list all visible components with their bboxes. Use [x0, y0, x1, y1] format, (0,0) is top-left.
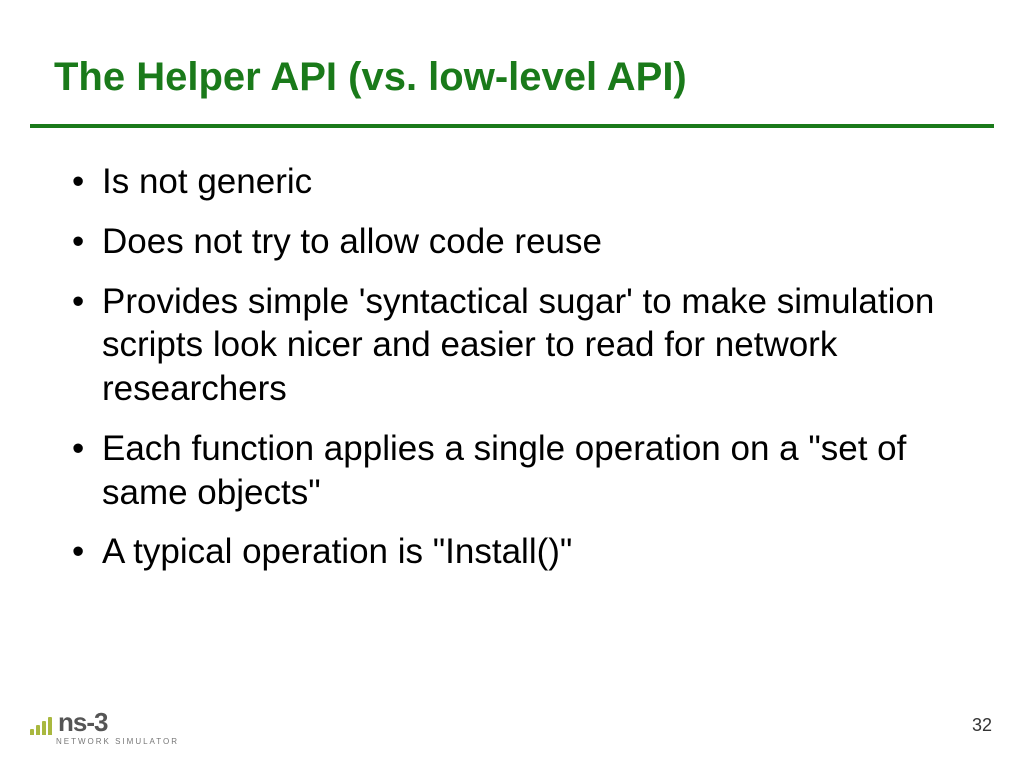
- logo-text: ns-3: [58, 709, 107, 735]
- title-rule: [30, 124, 994, 128]
- content-area: Is not generic Does not try to allow cod…: [66, 160, 966, 590]
- list-item: Is not generic: [66, 160, 966, 204]
- page-number: 32: [972, 715, 992, 736]
- bullet-list: Is not generic Does not try to allow cod…: [66, 160, 966, 574]
- slide-title: The Helper API (vs. low-level API): [54, 55, 687, 100]
- list-item: Does not try to allow code reuse: [66, 220, 966, 264]
- slide: The Helper API (vs. low-level API) Is no…: [0, 0, 1024, 768]
- list-item: A typical operation is "Install()": [66, 530, 966, 574]
- list-item: Provides simple 'syntactical sugar' to m…: [66, 280, 966, 411]
- ns3-logo: ns-3 NETWORK SIMULATOR: [30, 709, 179, 746]
- logo-top: ns-3: [30, 709, 107, 735]
- signal-bars-icon: [30, 717, 52, 735]
- list-item: Each function applies a single operation…: [66, 427, 966, 515]
- logo-tagline: NETWORK SIMULATOR: [56, 737, 179, 746]
